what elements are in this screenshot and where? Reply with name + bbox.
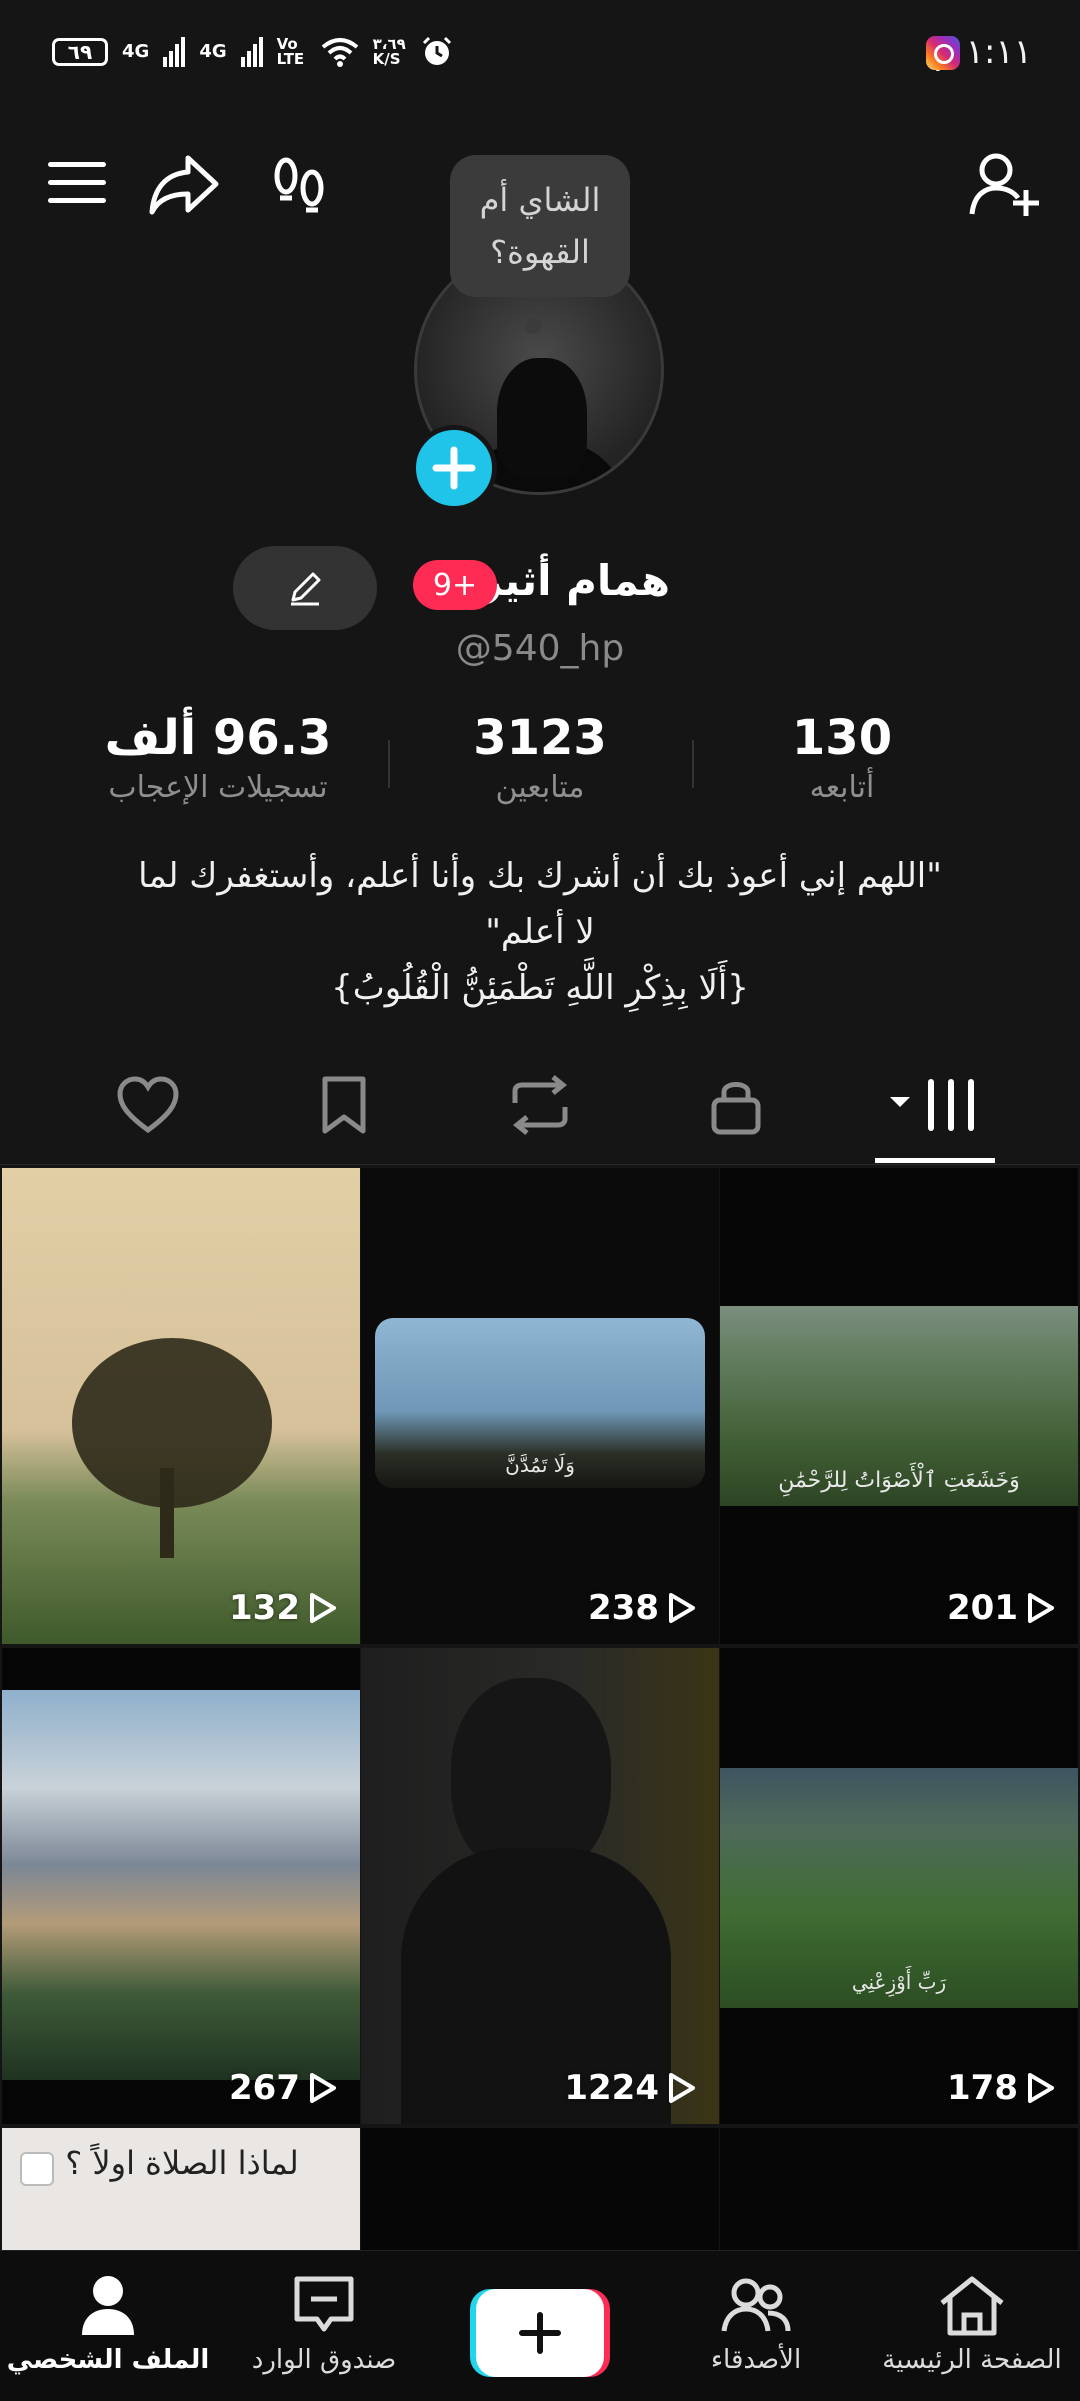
friends-icon <box>721 2278 791 2332</box>
home-icon <box>940 2276 1004 2336</box>
edit-profile-button[interactable] <box>233 546 377 630</box>
bookmark-icon <box>322 1076 366 1134</box>
stat-followers[interactable]: 3123 متابعين <box>410 710 670 805</box>
notification-badge[interactable]: 9+ <box>413 560 497 610</box>
tab-favorites[interactable] <box>236 1055 452 1155</box>
nav-friends-label: الأصدقاء <box>710 2345 802 2375</box>
view-count: 132 <box>229 1588 338 1628</box>
repost-icon <box>512 1075 568 1135</box>
profile-icon <box>82 2276 134 2335</box>
video-thumbnail[interactable]: وَلَا تَمُدَّنَّ 238 <box>361 1168 719 1644</box>
wifi-icon <box>321 38 358 67</box>
bio-line-2: لا أعلم" <box>485 912 595 952</box>
video-thumbnail[interactable]: رَبِّ أَوْزِعْنِي 178 <box>720 1648 1078 2124</box>
tab-private[interactable] <box>628 1055 844 1155</box>
nav-profile-label: الملف الشخصي <box>6 2345 210 2375</box>
select-checkbox[interactable] <box>20 2152 54 2186</box>
username: @540_hp <box>455 628 625 669</box>
likes-count: 96.3 ألف <box>104 710 332 766</box>
menu-icon[interactable] <box>46 158 108 208</box>
play-icon <box>1028 1593 1054 1623</box>
following-label: أتابعه <box>809 770 875 805</box>
bottom-nav: الصفحة الرئيسية الأصدقاء صندوق الوارد ال… <box>0 2250 1080 2401</box>
stat-divider <box>388 740 390 788</box>
tab-divider <box>0 1164 1080 1165</box>
network-4g-2: 4G <box>199 41 227 62</box>
lock-icon <box>711 1082 761 1135</box>
battery-icon: ٦٩ <box>52 38 108 66</box>
nav-inbox-label: صندوق الوارد <box>251 2345 397 2375</box>
video-thumbnail[interactable]: 1224 <box>361 1648 719 2124</box>
video-thumbnail[interactable]: وَخَشَعَتِ ٱلْأَصْوَاتُ لِلرَّحْمَٰنِ 20… <box>720 1168 1078 1644</box>
stat-likes[interactable]: 96.3 ألف تسجيلات الإعجاب <box>88 710 348 805</box>
signal-icon-2 <box>240 37 263 67</box>
nav-inbox[interactable]: صندوق الوارد <box>216 2251 432 2401</box>
add-story-button[interactable] <box>411 425 497 511</box>
profile-name: همام أثير <box>478 556 670 605</box>
play-icon <box>669 1593 695 1623</box>
nav-home[interactable]: الصفحة الرئيسية <box>864 2251 1080 2401</box>
likes-label: تسجيلات الإعجاب <box>108 770 328 805</box>
nav-create[interactable] <box>432 2251 648 2401</box>
instagram-notification-icon <box>926 36 960 70</box>
play-icon <box>669 2073 695 2103</box>
video-thumbnail[interactable]: 132 <box>2 1168 360 1644</box>
following-count: 130 <box>791 710 893 766</box>
nav-home-label: الصفحة الرئيسية <box>882 2345 1062 2375</box>
note-bubble[interactable]: الشاي أم القهوة؟ <box>450 155 630 297</box>
video-caption: وَخَشَعَتِ ٱلْأَصْوَاتُ لِلرَّحْمَٰنِ <box>778 1468 1020 1493</box>
view-count: 178 <box>947 2068 1056 2108</box>
nav-friends[interactable]: الأصدقاء <box>648 2251 864 2401</box>
note-line-2: القهوة؟ <box>490 233 590 271</box>
tab-videos[interactable] <box>826 1055 1042 1155</box>
add-friend-icon[interactable] <box>968 150 1040 220</box>
bio-line-3: {أَلَا بِذِكْرِ اللَّهِ تَطْمَئِنُّ الْق… <box>331 968 749 1008</box>
footprints-icon[interactable] <box>268 152 332 216</box>
view-count: 1224 <box>564 2068 697 2108</box>
stat-divider <box>692 740 694 788</box>
signal-icon <box>163 37 186 67</box>
network-speed: ٣،٦٩ K/S <box>372 35 406 68</box>
view-count: 238 <box>588 1588 697 1628</box>
video-thumbnail[interactable]: 267 <box>2 1648 360 2124</box>
followers-count: 3123 <box>473 710 607 766</box>
plus-icon <box>519 2312 561 2354</box>
create-button[interactable] <box>476 2289 604 2377</box>
play-icon <box>310 2073 336 2103</box>
inbox-icon <box>294 2276 354 2332</box>
status-indicators: ٦٩ 4G 4G Vo LTE ٣،٦٩ K/S <box>52 30 453 74</box>
plus-icon <box>432 446 476 490</box>
video-caption: رَبِّ أَوْزِعْنِي <box>851 1970 947 1994</box>
share-icon[interactable] <box>148 152 220 216</box>
nav-profile[interactable]: الملف الشخصي <box>0 2251 216 2401</box>
status-bar: ١:١١ م ٦٩ 4G 4G Vo LTE ٣،٦٩ K/S <box>0 0 1080 110</box>
alarm-icon <box>422 36 451 65</box>
play-icon <box>310 1593 336 1623</box>
profile-tabs <box>0 1055 1080 1165</box>
pencil-icon <box>291 572 321 606</box>
video-caption: لماذا الصلاة اولاً ؟ <box>65 2144 299 2182</box>
tab-reposts[interactable] <box>432 1055 648 1155</box>
bio: "اللهم إني أعوذ بك أن أشرك بك وأنا أعلم،… <box>90 848 990 1016</box>
stat-following[interactable]: 130 أتابعه <box>712 710 972 805</box>
bio-line-1: "اللهم إني أعوذ بك أن أشرك بك وأنا أعلم،… <box>138 856 942 896</box>
grid-icon <box>890 1079 974 1131</box>
video-thumbnail[interactable]: لماذا الصلاة اولاً ؟ <box>2 2128 360 2250</box>
heart-icon <box>117 1076 179 1134</box>
tab-active-indicator <box>875 1158 995 1163</box>
tab-liked[interactable] <box>40 1055 256 1155</box>
followers-label: متابعين <box>495 770 585 805</box>
view-count: 201 <box>947 1588 1056 1628</box>
network-4g-1: 4G <box>122 41 150 62</box>
video-thumbnail[interactable] <box>720 2128 1078 2250</box>
video-caption: وَلَا تَمُدَّنَّ <box>505 1453 575 1477</box>
play-icon <box>1028 2073 1054 2103</box>
video-thumbnail[interactable] <box>361 2128 719 2250</box>
volte-indicator: Vo LTE <box>276 35 305 68</box>
view-count: 267 <box>229 2068 338 2108</box>
note-line-1: الشاي أم <box>479 181 601 219</box>
note-bubble-dot <box>525 318 541 334</box>
